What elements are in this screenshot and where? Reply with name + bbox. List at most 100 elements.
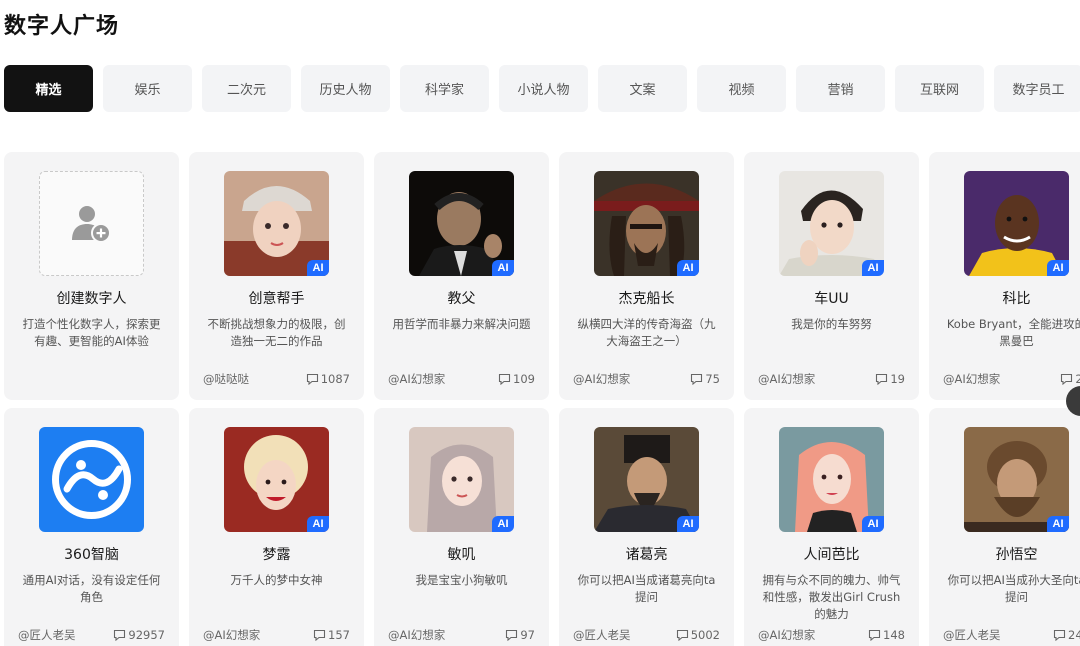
chat-bubble-icon: [876, 373, 888, 385]
ai-badge: AI: [862, 516, 884, 532]
ai-badge: AI: [1047, 260, 1069, 276]
character-card[interactable]: AI 创意帮手 不断挑战想象力的极限，创造独一无二的作品 @哒哒哒 1087: [189, 152, 364, 400]
chat-bubble-icon: [506, 629, 518, 641]
card-footer: @匠人老吴 240: [943, 627, 1080, 643]
chat-count: 109: [498, 371, 535, 387]
ai-badge: AI: [677, 260, 699, 276]
create-placeholder[interactable]: [39, 171, 144, 276]
card-desc: 通用AI对话，没有设定任何角色: [22, 573, 161, 604]
chat-bubble-icon: [498, 373, 511, 385]
character-card[interactable]: AI 孙悟空 你可以把AI当成孙大圣向ta提问 @匠人老吴 240: [929, 408, 1080, 646]
author-label: @AI幻想家: [388, 372, 446, 386]
avatar: AI: [964, 171, 1069, 276]
card-name: 车UU: [814, 291, 849, 307]
chat-count: 97: [505, 627, 535, 643]
card-name: 诸葛亮: [625, 547, 668, 563]
character-card[interactable]: AI 杰克船长 纵横四大洋的传奇海盗（九大海盗王之一） @AI幻想家 75: [559, 152, 734, 400]
character-card[interactable]: AI 敏叽 我是宝宝小狗敏叽 @AI幻想家 97: [374, 408, 549, 646]
chat-count: 1087: [306, 371, 350, 387]
chat-bubble-icon: [306, 373, 318, 385]
ai-badge: AI: [492, 260, 514, 276]
chat-count-value: 97: [520, 628, 535, 642]
card-name: 杰克船长: [618, 291, 675, 307]
chat-bubble-icon: [313, 629, 326, 641]
card-footer: @AI幻想家 21: [943, 371, 1080, 387]
tab-entertainment[interactable]: 娱乐: [103, 65, 192, 112]
card-footer: @匠人老吴 5002: [573, 627, 720, 643]
chat-bubble-icon: [691, 373, 703, 385]
author-label: @哒哒哒: [203, 372, 249, 386]
tab-video[interactable]: 视频: [697, 65, 786, 112]
character-card[interactable]: AI 科比 Kobe Bryant，全能进攻的黑曼巴 @AI幻想家 21: [929, 152, 1080, 400]
card-name: 360智脑: [64, 547, 119, 563]
author-label: @AI幻想家: [758, 628, 816, 642]
character-card[interactable]: AI 车UU 我是你的车努努 @AI幻想家 19: [744, 152, 919, 400]
page-title: 数字人广场: [4, 14, 120, 39]
character-card[interactable]: AI 人间芭比 拥有与众不同的魄力、帅气和性感，散发出Girl Crush的魅力…: [744, 408, 919, 646]
character-card[interactable]: AI 教父 用哲学而非暴力来解决问题 @AI幻想家 109: [374, 152, 549, 400]
create-digital-human-card[interactable]: 创建数字人 打造个性化数字人，探索更有趣、更智能的AI体验: [4, 152, 179, 400]
avatar: AI: [224, 171, 329, 276]
chat-count: 148: [868, 627, 905, 643]
avatar: AI: [409, 427, 514, 532]
card-desc: 我是宝宝小狗敏叽: [415, 573, 508, 587]
ai-badge: AI: [492, 516, 514, 532]
chat-count-value: 21: [1075, 372, 1080, 386]
chat-bubble-icon: [1061, 373, 1073, 385]
tab-marketing[interactable]: 营销: [796, 65, 885, 112]
chat-count-value: 157: [328, 628, 350, 642]
360-brain-logo-icon: [39, 427, 144, 532]
ai-badge: AI: [1047, 516, 1069, 532]
chat-count: 157: [313, 627, 350, 643]
chat-count-value: 75: [705, 372, 720, 386]
tab-internet[interactable]: 互联网: [895, 65, 984, 112]
chat-count: 92957: [113, 627, 165, 643]
card-desc: 纵横四大洋的传奇海盗（九大海盗王之一）: [577, 317, 716, 348]
card-footer: @哒哒哒 1087: [203, 371, 350, 387]
card-desc: 我是你的车努努: [791, 317, 872, 331]
card-footer: @AI幻想家 75: [573, 371, 720, 387]
card-name: 梦露: [262, 547, 291, 563]
tab-digital-employee[interactable]: 数字员工: [994, 65, 1080, 112]
tab-copywriting[interactable]: 文案: [598, 65, 687, 112]
avatar: AI: [594, 171, 699, 276]
tab-anime[interactable]: 二次元: [202, 65, 291, 112]
character-card[interactable]: AI 诸葛亮 你可以把AI当成诸葛亮向ta提问 @匠人老吴 5002: [559, 408, 734, 646]
tab-scientists[interactable]: 科学家: [400, 65, 489, 112]
card-desc: 用哲学而非暴力来解决问题: [392, 317, 531, 331]
ai-badge: AI: [862, 260, 884, 276]
card-name: 教父: [447, 291, 476, 307]
author-label: @AI幻想家: [758, 372, 816, 386]
character-card[interactable]: AI 梦露 万千人的梦中女神 @AI幻想家 157: [189, 408, 364, 646]
chat-count-value: 240: [1068, 628, 1080, 642]
card-footer: @AI幻想家 19: [758, 371, 905, 387]
add-user-icon: [71, 205, 111, 243]
card-desc: 你可以把AI当成孙大圣向ta提问: [947, 573, 1080, 604]
chat-count: 240: [1053, 627, 1080, 643]
author-label: @匠人老吴: [573, 628, 631, 642]
card-desc: 拥有与众不同的魄力、帅气和性感，散发出Girl Crush的魅力: [762, 573, 901, 621]
ai-badge: AI: [307, 260, 329, 276]
avatar: AI: [224, 427, 329, 532]
chat-bubble-icon: [1053, 629, 1066, 641]
tab-featured[interactable]: 精选: [4, 65, 93, 112]
author-label: @匠人老吴: [18, 628, 76, 642]
chat-bubble-icon: [868, 629, 881, 641]
card-desc: 打造个性化数字人，探索更有趣、更智能的AI体验: [22, 317, 161, 348]
card-name: 创意帮手: [248, 291, 305, 307]
chat-count: 75: [690, 371, 720, 387]
tab-novel-characters[interactable]: 小说人物: [499, 65, 588, 112]
author-label: @匠人老吴: [943, 628, 1001, 642]
card-name: 科比: [1002, 291, 1031, 307]
character-card[interactable]: 360智脑 通用AI对话，没有设定任何角色 @匠人老吴 92957: [4, 408, 179, 646]
character-grid: 创建数字人 打造个性化数字人，探索更有趣、更智能的AI体验 AI 创意帮手 不断…: [4, 152, 1080, 646]
tab-historical-figures[interactable]: 历史人物: [301, 65, 390, 112]
category-tabs: 精选 娱乐 二次元 历史人物 科学家 小说人物 文案 视频 营销 互联网 数字员…: [4, 65, 1080, 112]
card-footer: @匠人老吴 92957: [18, 627, 165, 643]
card-footer: @AI幻想家 157: [203, 627, 350, 643]
avatar: AI: [409, 171, 514, 276]
avatar: AI: [779, 427, 884, 532]
author-label: @AI幻想家: [388, 628, 446, 642]
chat-count-value: 109: [513, 372, 535, 386]
chat-count: 5002: [676, 627, 720, 643]
